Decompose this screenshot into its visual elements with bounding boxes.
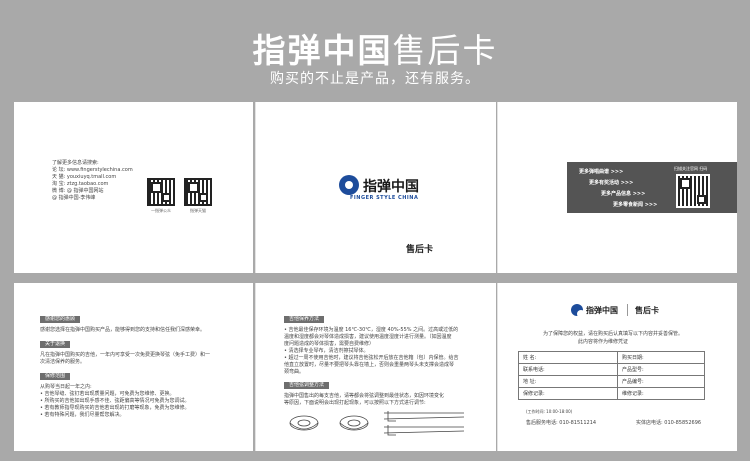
section-text: 温度和湿度都会对琴体造成损害，建议使用温度湿度计进行测量。（如因温度 (284, 334, 452, 340)
thanks-panel: 感谢您的惠顾 感谢您选择在指弹中国购买产品，能够得到您的支持和信任我们深感荣幸。… (14, 283, 253, 451)
contact-intro: 了解更多信息请搜索: (52, 160, 99, 166)
form-field[interactable]: 姓 名: (518, 351, 618, 364)
form-field[interactable]: 维修记录: (617, 387, 705, 400)
qr-title: 扫描关注官网 扫码 (674, 166, 708, 171)
section-exchange: 关于退换 凡在指弹中国购买的吉他，一年内可享受一次免费更换琴弦（免手工费）和一 … (40, 330, 210, 366)
store-phone: 实体店电话: 010-85852696 (636, 420, 702, 426)
logo-brand-name: 指弹中国 (363, 179, 419, 195)
section-heading: 保修范围 (40, 373, 71, 380)
service-hours: (工作时间: 10:00-18:00) (526, 409, 573, 414)
links-band: 更多弹唱曲谱 >>> 更多有奖活动 >>> 更多产品信息 >>> 更多零食新闻 … (567, 162, 737, 213)
qr-code-icon (676, 174, 710, 208)
section-text: • 所购买的吉他如出现手感不佳、弦距偏高等情况可免费为您调试。 (40, 398, 190, 404)
form-field[interactable]: 地 址: (518, 375, 618, 388)
contact-line: 淘 宝: ztzg.taobao.com (52, 181, 109, 187)
page-subtitle: 购买的不止是产品，还有服务。 (270, 71, 480, 87)
section-heading: 吉他保养方法 (284, 316, 325, 323)
section-text: • 吉他最佳保存环境为温度 16℃-30℃，湿度 40%-55% 之间。过高或过… (284, 327, 459, 333)
section-heading: 吉他弦调整方法 (284, 382, 330, 389)
section-text: • 超过一周不使用吉他时，建议将吉他弦松开后放在吉他箱（包）内保管。给吉 (284, 355, 459, 361)
title-brand: 指弹中国 (252, 31, 393, 70)
section-text: 他直立放置时，尽量不要把琴头靠在墙上，否则会重量两琴头未支撑会造成琴 (284, 362, 455, 368)
qr-caption: 一指弹公众 (151, 208, 171, 213)
guitar-logo-icon (339, 175, 359, 195)
contact-line: 论 坛: www.fingerstylechina.com (52, 167, 133, 173)
warranty-form: 姓 名: 购买日期: 联系电话: 产品型号: 地 址: 产品编号: 保修记录: … (518, 351, 705, 400)
card-links-panel: 更多弹唱曲谱 >>> 更多有奖活动 >>> 更多产品信息 >>> 更多零食新闻 … (497, 102, 737, 273)
form-field[interactable]: 联系电话: (518, 363, 618, 376)
form-intro-2: 此内容将作为维修凭证 (578, 339, 629, 345)
section-heading: 关于退换 (40, 341, 71, 348)
card-front-panel: 指弹中国 FINGER STYLE CHINA 售后卡 (255, 102, 496, 273)
form-field[interactable]: 购买日期: (617, 351, 705, 364)
form-field[interactable]: 产品型号: (617, 363, 705, 376)
logo-divider (627, 304, 628, 316)
qr-caption: 指弹天猫 (190, 208, 206, 213)
link-events[interactable]: 更多有奖活动 >>> (589, 179, 633, 186)
form-intro: 为了保障您的权益，请在购买后认真填写以下内容并妥善保管。 (543, 331, 684, 337)
table-row: 保修记录: 维修记录: (518, 387, 705, 400)
qr-code-icon (147, 178, 175, 206)
link-products[interactable]: 更多产品信息 >>> (601, 190, 645, 197)
page-title: 指弹中国售后卡 (0, 24, 750, 72)
section-string-adjust: 吉他弦调整方法 指弹中国售出的每支吉他，请等都会将弦调整到最佳状态，如因环境变化… (284, 371, 444, 407)
section-heading: 感谢您的惠顾 (40, 316, 81, 323)
card-label: 售后卡 (635, 305, 659, 315)
link-news[interactable]: 更多零食新闻 >>> (613, 201, 657, 208)
table-row: 地 址: 产品编号: (518, 375, 705, 388)
section-warranty: 保修范围 从购琴当日起一年之内: • 吉他琴缝、弦钉若出现质量问题，可免费为您维… (40, 362, 190, 419)
page-header: 指弹中国售后卡 购买的不止是产品，还有服务。 (0, 0, 750, 100)
care-panel: 吉他保养方法 • 吉他最佳保存环境为温度 16℃-30℃，湿度 40%-55% … (255, 283, 496, 451)
section-text: • 若有教师指导现购买的吉他若出现的打磨等现象，免费为您维修。 (40, 405, 190, 411)
contact-info: 了解更多信息请搜索: 论 坛: www.fingerstylechina.com… (52, 160, 133, 202)
table-row: 姓 名: 购买日期: (518, 351, 705, 364)
section-text: 度问题造成的琴体损害，需要自费维修） (284, 341, 375, 347)
warranty-form-panel: 指弹中国 售后卡 为了保障您的权益，请在购买后认真填写以下内容并妥善保管。 此内… (497, 283, 737, 451)
contact-line: 微 博: @ 指弹中国网站 (52, 188, 104, 194)
link-tabs[interactable]: 更多弹唱曲谱 >>> (579, 168, 623, 175)
string-adjust-diagram (289, 411, 465, 436)
contact-line: 天 猫: youxiuyq.tmall.com (52, 174, 117, 180)
section-text: • 若有特殊问题，我们尽量帮您解决。 (40, 412, 125, 418)
table-row: 联系电话: 产品型号: (518, 363, 705, 376)
contact-line: @ 指弹中国-李伟峰 (52, 195, 96, 201)
card-label: 售后卡 (406, 245, 434, 255)
title-card: 售后卡 (392, 31, 498, 70)
section-text: • 清选择专业琴布，清洁剂擦拭琴体。 (284, 348, 369, 354)
form-field[interactable]: 保修记录: (518, 387, 618, 400)
guitar-logo-icon (571, 304, 585, 318)
section-care: 吉他保养方法 • 吉他最佳保存环境为温度 16℃-30℃，湿度 40%-55% … (284, 305, 459, 376)
service-hotline: 售后服务电话: 010-81511214 (526, 420, 597, 426)
form-field[interactable]: 产品编号: (617, 375, 705, 388)
logo-brand-name: 指弹中国 (586, 305, 618, 315)
card-back-panel: 了解更多信息请搜索: 论 坛: www.fingerstylechina.com… (14, 102, 253, 273)
logo-brand-english: FINGER STYLE CHINA (350, 195, 419, 201)
qr-code-icon (184, 178, 212, 206)
section-text: 指弹中国售出的每支吉他，请等都会将弦调整到最佳状态，如因环境变化 (284, 393, 445, 399)
section-text: • 吉他琴缝、弦钉若出现质量问题，可免费为您维修、更换。 (40, 391, 175, 397)
section-text: 从购琴当日起一年之内: (40, 384, 92, 390)
section-text: 凡在指弹中国购买的吉他，一年内可享受一次免费更换琴弦（免手工费）和一 (40, 352, 211, 358)
